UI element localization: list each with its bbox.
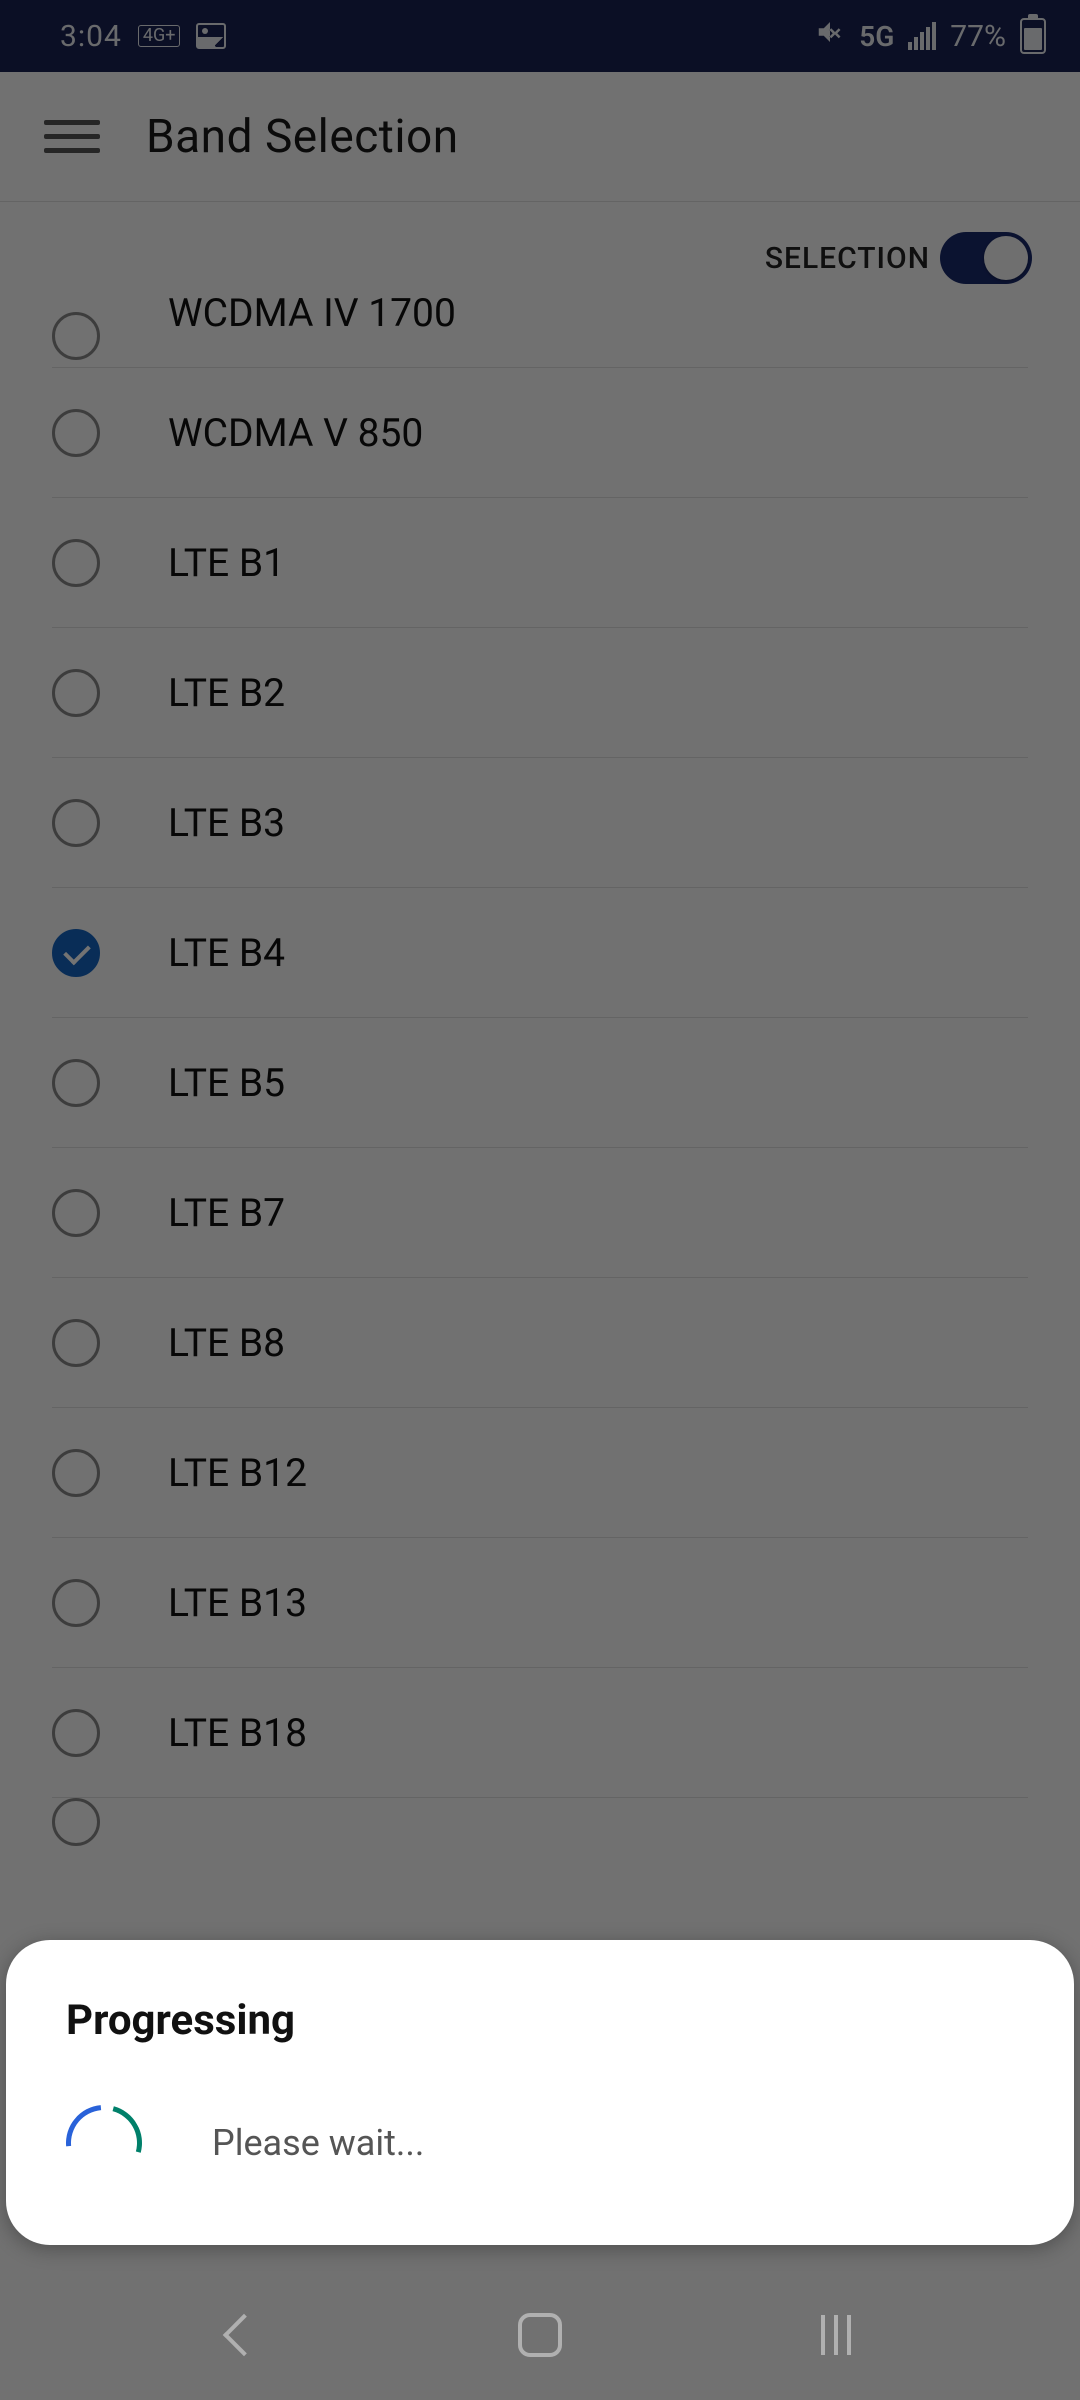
- navigation-bar: [0, 2270, 1080, 2400]
- progress-dialog: Progressing Please wait...: [6, 1940, 1074, 2245]
- nav-recent-button[interactable]: [821, 2315, 851, 2355]
- dialog-message: Please wait...: [212, 2122, 424, 2164]
- nav-home-button[interactable]: [518, 2313, 562, 2357]
- dialog-title: Progressing: [66, 1996, 1014, 2045]
- nav-back-button[interactable]: [223, 2314, 265, 2356]
- spinner-icon: [66, 2105, 142, 2181]
